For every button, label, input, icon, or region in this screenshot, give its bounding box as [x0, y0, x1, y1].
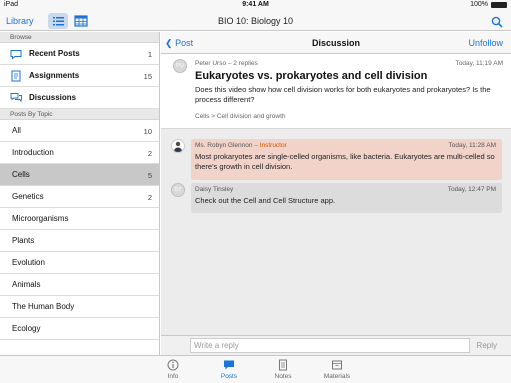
browse-section-header: Browse — [0, 32, 159, 43]
topic-count: 5 — [147, 171, 152, 180]
reply-author: Daisy Tinsley — [195, 186, 234, 193]
topic-label: Microorganisms — [12, 214, 69, 223]
topic-count: 10 — [143, 127, 152, 136]
page-title: Discussion — [311, 38, 360, 48]
sidebar-item-count: 15 — [143, 72, 152, 81]
topic-label: Ecology — [12, 324, 41, 333]
tab-bar: Info Posts Notes Materials — [0, 355, 511, 383]
sidebar-item-count: 1 — [147, 50, 152, 59]
sidebar-item-label: Recent Posts — [29, 49, 80, 58]
topic-label: All — [12, 126, 21, 135]
topic-item-evolution[interactable]: Evolution — [0, 252, 159, 274]
post-timestamp: Today, 11:19 AM — [455, 60, 503, 67]
topic-item-all[interactable]: All 10 — [0, 120, 159, 142]
topic-label: Introduction — [12, 148, 54, 157]
discussion-header: ❮ Post Discussion Unfollow — [161, 32, 511, 54]
avatar: PU — [173, 59, 187, 73]
reply-timestamp: Today, 12:47 PM — [447, 186, 496, 193]
reply-body: Most prokaryotes are single-celled organ… — [195, 152, 495, 171]
replies-list: Ms. Robyn Glennon – Instructor Today, 11… — [161, 129, 511, 335]
sidebar: Browse Recent Posts 1 Assignments 15 Dis… — [0, 32, 160, 355]
tab-notes[interactable]: Notes — [258, 359, 308, 380]
topic-label: Plants — [12, 236, 35, 245]
reply-button[interactable]: Reply — [477, 341, 497, 350]
topic-label: Cells — [12, 170, 30, 179]
assignment-icon — [11, 70, 21, 82]
info-icon — [167, 359, 179, 371]
battery-icon — [491, 1, 507, 8]
topic-label: Genetics — [12, 192, 44, 201]
topic-item-genetics[interactable]: Genetics 2 — [0, 186, 159, 208]
discussion-icon — [10, 93, 22, 103]
reply-author: Ms. Robyn Glennon – Instructor — [195, 142, 287, 149]
topics-section-header: Posts By Topic — [0, 109, 159, 120]
topic-item-cells[interactable]: Cells 5 — [0, 164, 159, 186]
status-bar: iPad 9:41 AM 100% — [0, 0, 511, 11]
topic-label: Evolution — [12, 258, 45, 267]
topic-item-animals[interactable]: Animals — [0, 274, 159, 296]
post-title: Eukaryotes vs. prokaryotes and cell divi… — [195, 70, 428, 82]
search-button[interactable] — [491, 15, 503, 28]
post-body: Does this video show how cell division w… — [195, 85, 491, 104]
instructor-avatar — [171, 139, 185, 153]
unfollow-button[interactable]: Unfollow — [468, 38, 503, 48]
topic-label: Animals — [12, 280, 41, 289]
tab-info[interactable]: Info — [148, 359, 198, 380]
sidebar-item-recent-posts[interactable]: Recent Posts 1 — [0, 43, 159, 65]
navigation-bar: Library BIO 10: Biology 10 — [0, 11, 511, 31]
reply-composer: Write a reply Reply — [161, 335, 511, 355]
clock: 9:41 AM — [242, 1, 269, 8]
battery-indicator: 100% — [470, 1, 507, 8]
tab-label: Notes — [274, 373, 292, 380]
sidebar-item-assignments[interactable]: Assignments 15 — [0, 65, 159, 87]
tab-posts[interactable]: Posts — [204, 359, 254, 380]
notes-icon — [279, 359, 287, 371]
topic-item-microorganisms[interactable]: Microorganisms — [0, 208, 159, 230]
sidebar-item-label: Assignments — [29, 71, 80, 80]
reply-author-name: Ms. Robyn Glennon — [195, 142, 253, 149]
reply-card: Ms. Robyn Glennon – Instructor Today, 11… — [191, 139, 502, 180]
original-post: PU Peter Urso – 2 replies Today, 11:19 A… — [161, 54, 511, 129]
instructor-role-label: – Instructor — [252, 142, 287, 149]
topic-count: 2 — [147, 193, 152, 202]
course-title: BIO 10: Biology 10 — [217, 16, 294, 26]
topic-label: The Human Body — [12, 302, 75, 311]
reply-body: Check out the Cell and Cell Structure ap… — [195, 196, 336, 205]
reply-input[interactable]: Write a reply — [190, 338, 470, 353]
posts-icon — [224, 360, 234, 370]
topic-item-human-body[interactable]: The Human Body — [0, 296, 159, 318]
avatar: DT — [171, 183, 185, 197]
materials-icon — [332, 360, 342, 370]
topic-item-ecology[interactable]: Ecology — [0, 318, 159, 340]
breadcrumb[interactable]: Cells > Cell division and growth — [195, 113, 286, 120]
post-author: Peter Urso – 2 replies — [195, 60, 258, 67]
tab-label: Posts — [220, 373, 238, 380]
chat-bubble-icon — [10, 50, 22, 60]
battery-percent: 100% — [470, 1, 488, 8]
sidebar-item-discussions[interactable]: Discussions — [0, 87, 159, 109]
reply-card: Daisy Tinsley Today, 12:47 PM Check out … — [191, 183, 502, 213]
topic-item-plants[interactable]: Plants — [0, 230, 159, 252]
topic-item-introduction[interactable]: Introduction 2 — [0, 142, 159, 164]
reply-timestamp: Today, 11:28 AM — [448, 142, 496, 149]
person-icon — [174, 141, 182, 152]
search-icon — [491, 16, 503, 28]
tab-label: Materials — [323, 373, 351, 380]
topic-count: 2 — [147, 149, 152, 158]
tab-label: Info — [167, 373, 179, 380]
tab-materials[interactable]: Materials — [312, 359, 362, 380]
sidebar-item-label: Discussions — [29, 93, 77, 102]
